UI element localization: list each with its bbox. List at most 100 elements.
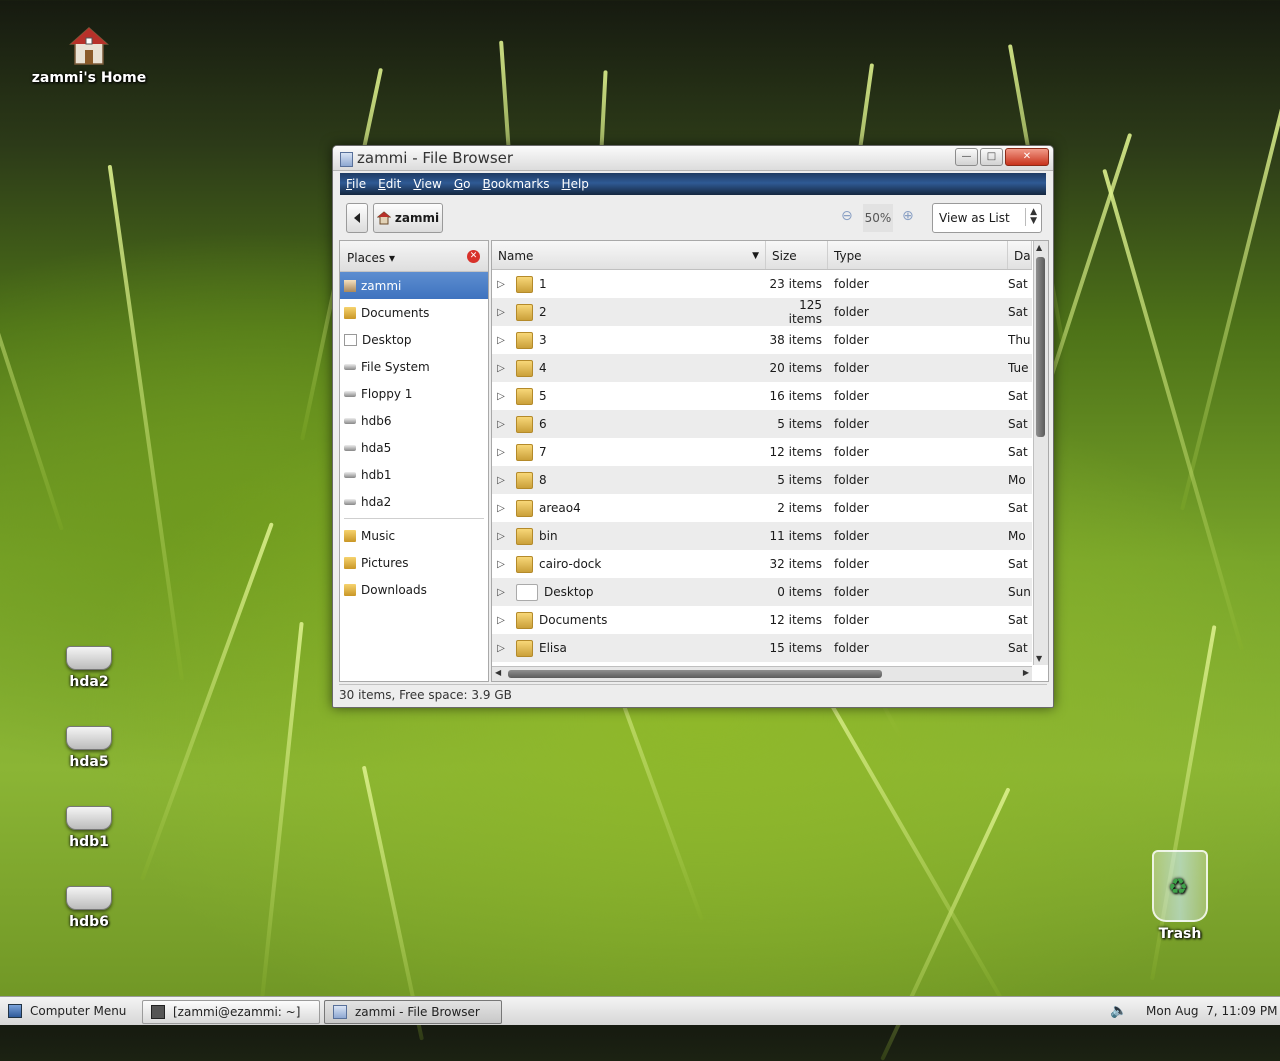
menu-go[interactable]: Go: [448, 177, 477, 191]
expand-triangle-icon[interactable]: ▷: [492, 363, 510, 374]
places-dropdown[interactable]: Places ▾: [347, 251, 395, 265]
table-row[interactable]: ▷ areao4 2 items folder Sat: [492, 494, 1032, 522]
desktop-trash[interactable]: ♻ Trash: [1120, 850, 1240, 942]
sidebar-item-downloads[interactable]: Downloads: [340, 576, 488, 603]
sidebar-item-hdb6[interactable]: hdb6: [340, 407, 488, 434]
sidebar-item-pictures[interactable]: Pictures: [340, 549, 488, 576]
table-row[interactable]: ▷ bin 11 items folder Mo: [492, 522, 1032, 550]
expand-triangle-icon[interactable]: ▷: [492, 587, 510, 598]
sidebar-item-label: Desktop: [362, 332, 412, 347]
column-name[interactable]: Name ▼: [492, 241, 766, 269]
sidebar-item-hda2[interactable]: hda2: [340, 488, 488, 515]
table-row[interactable]: ▷ Desktop 0 items folder Sun: [492, 578, 1032, 606]
view-mode-select[interactable]: View as List ▲ ▼: [932, 203, 1042, 233]
folder-icon: [516, 303, 533, 321]
file-date: Sat: [1008, 445, 1028, 459]
clock[interactable]: Mon Aug 7, 11:09 PM: [1146, 1000, 1277, 1022]
desktop-drive-label: hda5: [69, 754, 109, 770]
file-name: bin: [539, 529, 558, 543]
zoom-level[interactable]: 50%: [863, 204, 893, 232]
column-size[interactable]: Size: [766, 241, 828, 269]
drive-icon: [344, 444, 356, 451]
expand-triangle-icon[interactable]: ▷: [492, 335, 510, 346]
sidebar-item-documents[interactable]: Documents: [340, 299, 488, 326]
minimize-button[interactable]: —: [955, 148, 978, 166]
file-name-cell: bin: [510, 522, 766, 550]
expand-triangle-icon[interactable]: ▷: [492, 615, 510, 626]
scroll-up-icon[interactable]: ▲: [1036, 243, 1042, 252]
location-label: zammi: [394, 211, 440, 225]
scroll-left-icon[interactable]: ◀: [495, 668, 501, 677]
menu-help[interactable]: Help: [556, 177, 595, 191]
vertical-scroll-thumb[interactable]: [1036, 257, 1045, 437]
table-row[interactable]: ▷ 6 5 items folder Sat: [492, 410, 1032, 438]
menu-view[interactable]: View: [407, 177, 447, 191]
folder-icon: [516, 359, 533, 377]
maximize-button[interactable]: □: [980, 148, 1003, 166]
sidebar-item-hda5[interactable]: hda5: [340, 434, 488, 461]
document-icon: [333, 1005, 347, 1019]
expand-triangle-icon[interactable]: ▷: [492, 475, 510, 486]
sidebar-item-file-system[interactable]: File System: [340, 353, 488, 380]
file-date: Sat: [1008, 305, 1028, 319]
file-type: folder: [834, 305, 869, 319]
computer-menu-button[interactable]: Computer Menu: [8, 1000, 126, 1022]
drive-icon: [344, 498, 356, 505]
window-titlebar[interactable]: zammi - File Browser — □ ✕: [333, 146, 1053, 171]
expand-triangle-icon[interactable]: ▷: [492, 503, 510, 514]
expand-triangle-icon[interactable]: ▷: [492, 559, 510, 570]
table-row[interactable]: ▷ Elisa 15 items folder Sat: [492, 634, 1032, 662]
table-row[interactable]: ▷ 8 5 items folder Mo: [492, 466, 1032, 494]
sidebar-item-music[interactable]: Music: [340, 522, 488, 549]
table-row[interactable]: ▷ cairo-dock 32 items folder Sat: [492, 550, 1032, 578]
expand-triangle-icon[interactable]: ▷: [492, 307, 510, 318]
horizontal-scrollbar[interactable]: ◀ ▶: [492, 666, 1032, 681]
volume-icon[interactable]: 🔈: [1110, 1000, 1127, 1022]
table-row[interactable]: ▷ 5 16 items folder Sat: [492, 382, 1032, 410]
drive-icon: [66, 646, 112, 670]
drive-icon: [344, 363, 356, 370]
floppy-icon: [344, 390, 356, 397]
table-row[interactable]: ▷ 3 38 items folder Thu: [492, 326, 1032, 354]
taskbar-file-browser[interactable]: zammi - File Browser: [324, 1000, 502, 1024]
vertical-scrollbar[interactable]: ▲ ▼: [1033, 241, 1048, 665]
scroll-down-icon[interactable]: ▼: [1036, 654, 1042, 663]
home-icon: [69, 26, 109, 66]
sidebar-item-desktop[interactable]: Desktop: [340, 326, 488, 353]
back-button[interactable]: [346, 203, 368, 233]
location-button-zammi[interactable]: zammi: [373, 203, 443, 233]
file-name-cell: Desktop: [510, 578, 766, 606]
expand-triangle-icon[interactable]: ▷: [492, 643, 510, 654]
table-row[interactable]: ▷ 1 23 items folder Sat: [492, 270, 1032, 298]
scroll-right-icon[interactable]: ▶: [1023, 668, 1029, 677]
close-sidebar-icon[interactable]: ✕: [467, 250, 480, 263]
horizontal-scroll-thumb[interactable]: [508, 670, 882, 678]
column-type[interactable]: Type: [828, 241, 1008, 269]
expand-triangle-icon[interactable]: ▷: [492, 419, 510, 430]
close-button[interactable]: ✕: [1005, 148, 1049, 166]
desktop-drive-hdb1[interactable]: hdb1: [29, 806, 149, 850]
desktop-drive-hdb6[interactable]: hdb6: [29, 886, 149, 930]
sidebar-item-hdb1[interactable]: hdb1: [340, 461, 488, 488]
column-date[interactable]: Da: [1008, 241, 1032, 269]
zoom-in-icon[interactable]: ⊕: [902, 209, 914, 223]
desktop-home-icon[interactable]: zammi's Home: [29, 26, 149, 86]
desktop-drive-hda5[interactable]: hda5: [29, 726, 149, 770]
menu-edit[interactable]: Edit: [372, 177, 407, 191]
table-row[interactable]: ▷ 2 125 items folder Sat: [492, 298, 1032, 326]
menu-file[interactable]: File: [340, 177, 372, 191]
zoom-out-icon[interactable]: ⊖: [841, 209, 853, 223]
desktop-drive-hda2[interactable]: hda2: [29, 646, 149, 690]
table-row[interactable]: ▷ 4 20 items folder Tue: [492, 354, 1032, 382]
table-row[interactable]: ▷ 7 12 items folder Sat: [492, 438, 1032, 466]
sidebar-item-zammi[interactable]: zammi: [340, 272, 488, 299]
expand-triangle-icon[interactable]: ▷: [492, 279, 510, 290]
expand-triangle-icon[interactable]: ▷: [492, 531, 510, 542]
menu-bookmarks[interactable]: Bookmarks: [476, 177, 555, 191]
file-type: folder: [834, 445, 869, 459]
expand-triangle-icon[interactable]: ▷: [492, 447, 510, 458]
taskbar-terminal[interactable]: [zammi@ezammi: ~]: [142, 1000, 320, 1024]
sidebar-item-floppy-1[interactable]: Floppy 1: [340, 380, 488, 407]
table-row[interactable]: ▷ Documents 12 items folder Sat: [492, 606, 1032, 634]
expand-triangle-icon[interactable]: ▷: [492, 391, 510, 402]
